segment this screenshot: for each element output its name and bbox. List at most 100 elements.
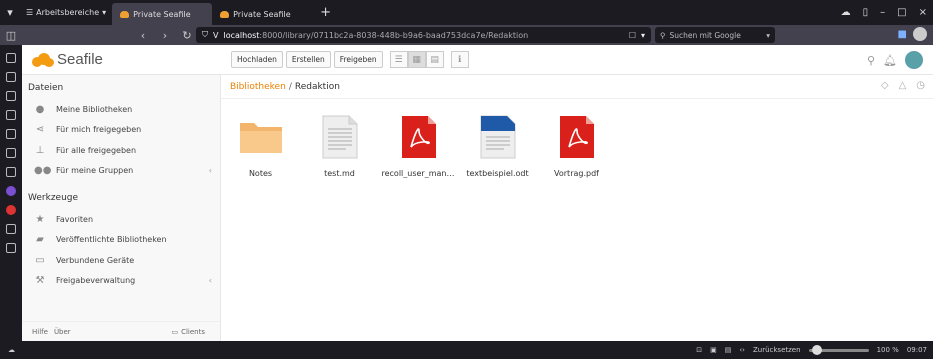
mastodon-icon[interactable] <box>6 186 16 196</box>
maximize-icon[interactable]: □ <box>897 7 906 18</box>
wrench-icon: ⚒ <box>35 275 45 287</box>
browser-menu-icon[interactable]: ▾ <box>0 0 20 25</box>
tabs-list-icon[interactable]: ▯ <box>863 7 869 18</box>
notes-icon[interactable] <box>6 129 16 139</box>
add-panel-icon[interactable] <box>6 243 16 253</box>
group-icon: ●● <box>34 165 52 177</box>
workspaces-label: Arbeitsbereiche <box>36 8 100 17</box>
history-icon[interactable]: ◷ <box>916 80 925 91</box>
chevron-left-icon[interactable]: ‹ <box>209 166 212 175</box>
extension-icon[interactable]: ■ <box>898 29 907 40</box>
file-item[interactable]: Vortrag.pdf <box>537 114 616 178</box>
new-tab-icon[interactable]: + <box>312 5 339 20</box>
browser-navbar: ◫ ‹ › ↻ ⛉ V localhost:8000/library/0711b… <box>0 25 933 45</box>
workspaces-button[interactable]: ☰ Arbeitsbereiche ▾ <box>20 0 112 25</box>
file-item[interactable]: test.md <box>300 114 379 178</box>
sidebar-item-linked-devices[interactable]: ▭ Verbundene Geräte <box>22 250 220 271</box>
clients-link[interactable]: ▭ Clients <box>171 328 205 336</box>
vivaldi-icon[interactable] <box>6 205 16 215</box>
sidebar-heading-files: Dateien <box>28 83 64 93</box>
search-bar[interactable]: ⚲ Suchen mit Google ▾ <box>655 27 775 43</box>
list-view-icon[interactable]: ☰ <box>389 51 408 68</box>
window-icon[interactable] <box>6 167 16 177</box>
file-item[interactable]: textbeispiel.odt <box>458 114 537 178</box>
search-icon[interactable]: ⚲ <box>867 54 875 67</box>
pdf-file-icon <box>397 114 441 160</box>
sidebar-item-groups[interactable]: ●● Für meine Gruppen ‹ <box>22 161 220 182</box>
main-content: Bibliotheken / Redaktion ◇ △ ◷ Notes tes… <box>221 75 933 341</box>
file-item[interactable]: recoll_user_manu... <box>379 114 458 178</box>
tiling-icon[interactable]: ▤ <box>725 346 732 354</box>
minimize-icon[interactable]: – <box>880 7 885 18</box>
url-path: :8000/library/0711bc2a-8038-448b-b9a6-ba… <box>259 30 529 40</box>
forward-icon[interactable]: › <box>154 29 176 42</box>
upload-button[interactable]: Hochladen <box>231 51 283 68</box>
sidebar-toggle-icon[interactable]: ◫ <box>0 29 22 42</box>
translate-icon[interactable] <box>6 148 16 158</box>
sidebar-item-my-libraries[interactable]: ● Meine Bibliotheken <box>22 99 220 120</box>
sync-icon[interactable]: ☁ <box>8 346 15 354</box>
sidebar-item-share-admin[interactable]: ⚒ Freigabeverwaltung ‹ <box>22 271 220 292</box>
file-name[interactable]: Vortrag.pdf <box>554 169 599 178</box>
code-icon[interactable]: ‹› <box>739 346 745 354</box>
sidebar: Dateien ● Meine Bibliotheken ⋖ Für mich … <box>22 75 221 341</box>
header-right: ⚲ 🔔︎ <box>867 51 923 69</box>
zoom-slider[interactable] <box>808 344 869 355</box>
file-name[interactable]: textbeispiel.odt <box>466 169 528 178</box>
wikipedia-icon[interactable] <box>6 224 16 234</box>
seafile-header: Seafile Hochladen Erstellen Freigeben ☰ … <box>22 45 933 75</box>
help-link[interactable]: Hilfe <box>32 328 48 336</box>
file-toolbar: Hochladen Erstellen Freigeben ☰ ▦ ▤ ℹ <box>231 51 469 68</box>
capture-icon[interactable]: ⊡ <box>696 346 702 354</box>
activity-icon[interactable]: △ <box>899 80 907 91</box>
bookmarks-icon[interactable] <box>6 53 16 63</box>
share-button[interactable]: Freigeben <box>333 51 383 68</box>
text-file-icon <box>318 114 362 160</box>
bookmark-icon[interactable]: ☐ <box>629 31 636 40</box>
file-name[interactable]: test.md <box>324 169 355 178</box>
history-icon[interactable] <box>6 110 16 120</box>
downloads-icon[interactable] <box>6 91 16 101</box>
sitemap-icon: ⊥ <box>35 144 45 156</box>
folder-icon <box>239 114 283 160</box>
back-icon[interactable]: ‹ <box>132 29 154 42</box>
odt-file-icon <box>476 114 520 160</box>
cloud-icon[interactable]: ☁ <box>841 7 851 18</box>
browser-tab-1[interactable]: Private Seafile <box>112 3 213 25</box>
create-button[interactable]: Erstellen <box>285 51 331 68</box>
sidebar-item-shared-with-me[interactable]: ⋖ Für mich freigegeben <box>22 120 220 141</box>
chevron-down-icon[interactable]: ▾ <box>641 31 645 40</box>
search-placeholder: Suchen mit Google <box>669 30 741 40</box>
columns-view-icon[interactable]: ▤ <box>425 51 444 68</box>
close-icon[interactable]: × <box>919 7 927 18</box>
tag-icon[interactable]: ◇ <box>881 80 889 91</box>
chevron-left-icon[interactable]: ‹ <box>209 276 212 285</box>
file-item-folder[interactable]: Notes <box>221 114 300 178</box>
image-icon[interactable]: ▣ <box>710 346 717 354</box>
folder-actions: ◇ △ ◷ <box>881 80 925 91</box>
grid-view-icon[interactable]: ▦ <box>407 51 426 68</box>
seafile-logo[interactable]: Seafile <box>22 51 221 68</box>
about-link[interactable]: Über <box>54 328 71 336</box>
zoom-knob[interactable] <box>811 344 822 355</box>
seafile-favicon-icon <box>120 10 130 18</box>
breadcrumb-current: Redaktion <box>294 81 340 92</box>
sidebar-item-published-libraries[interactable]: ▰ Veröffentlichte Bibliotheken <box>22 230 220 251</box>
browser-tab-2[interactable]: Private Seafile <box>212 3 312 25</box>
file-name[interactable]: Notes <box>249 169 272 178</box>
profile-avatar[interactable] <box>913 27 927 41</box>
sidebar-item-favorites[interactable]: ★ Favoriten <box>22 209 220 230</box>
breadcrumb-root[interactable]: Bibliotheken <box>230 82 286 92</box>
url-bar[interactable]: ⛉ V localhost:8000/library/0711bc2a-8038… <box>196 27 651 43</box>
sidebar-item-shared-with-all[interactable]: ⊥ Für alle freigegeben <box>22 140 220 161</box>
share-icon: ⋖ <box>35 124 45 136</box>
seafile-logo-icon <box>32 52 54 67</box>
reload-icon[interactable]: ↻ <box>176 29 198 42</box>
file-name[interactable]: recoll_user_manu... <box>382 169 456 178</box>
view-mode-switch: ☰ ▦ ▤ <box>389 51 444 68</box>
reader-icon[interactable] <box>6 72 16 82</box>
zoom-reset-button[interactable]: Zurücksetzen <box>753 346 801 354</box>
bell-icon[interactable]: 🔔︎ <box>883 54 897 67</box>
info-icon[interactable]: ℹ <box>450 51 469 68</box>
user-avatar[interactable] <box>905 51 923 69</box>
